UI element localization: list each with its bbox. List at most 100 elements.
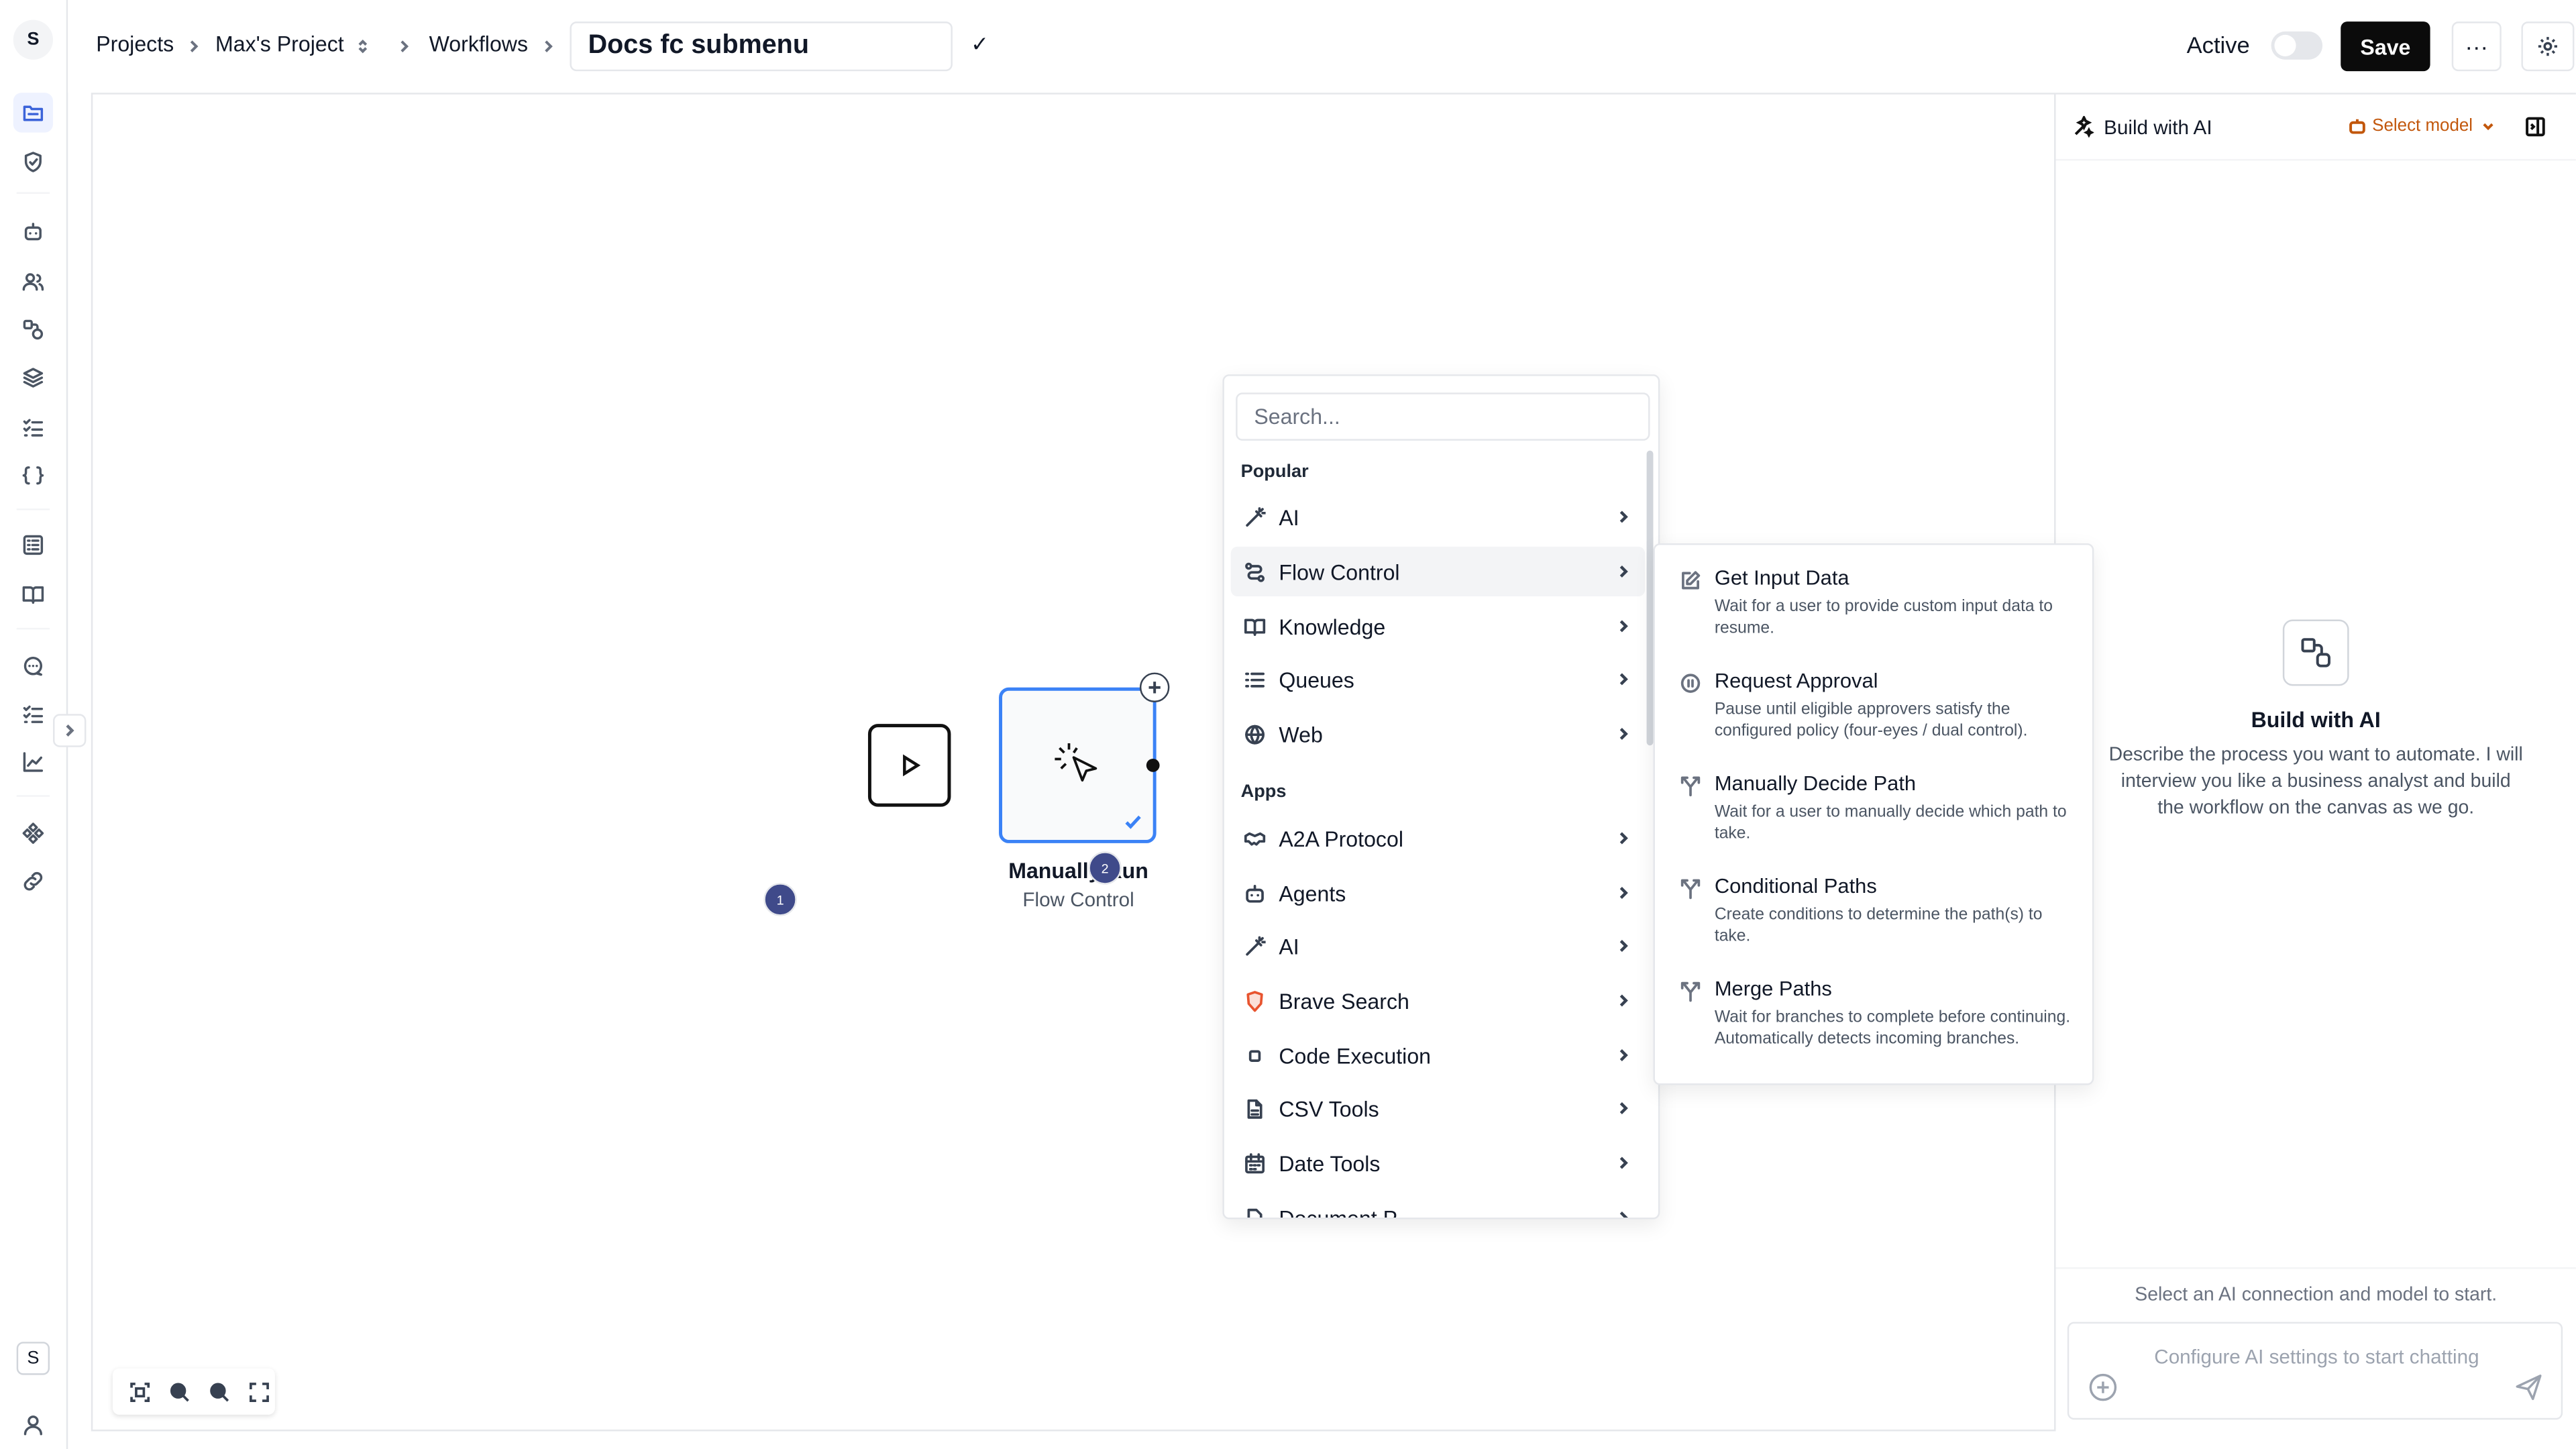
confirm-title-button[interactable]: ✓ (971, 32, 989, 58)
save-button[interactable]: Save (2341, 21, 2430, 72)
menu-scrollbar[interactable] (1646, 450, 1654, 746)
workflow-shapes-icon (2282, 619, 2349, 686)
connections-nav-icon[interactable] (13, 310, 53, 350)
merge-icon (1680, 981, 1701, 1010)
menu-item-queues[interactable]: Queues (1231, 654, 1645, 704)
menu-item-brave-search[interactable]: Brave Search (1231, 975, 1645, 1025)
ai-empty-title: Build with AI (2251, 707, 2381, 733)
edit-form-icon (1680, 570, 1701, 599)
chevron-right-icon (66, 724, 74, 737)
projects-nav-icon[interactable] (13, 93, 54, 133)
step-search-input[interactable] (1236, 392, 1650, 441)
fullscreen-button[interactable] (242, 1375, 275, 1408)
chevron-right-icon (1615, 830, 1645, 847)
link-nav-icon[interactable] (13, 861, 53, 901)
tasks-nav-icon[interactable] (13, 407, 53, 447)
ai-panel-header: Build with AI Select model (2055, 95, 2576, 161)
menu-item-knowledge[interactable]: Knowledge (1231, 601, 1645, 651)
analytics-nav-icon[interactable] (13, 742, 53, 782)
check-icon (1123, 810, 1143, 830)
more-options-button[interactable]: ··· (2451, 21, 2502, 72)
fit-view-button[interactable] (123, 1375, 156, 1408)
menu-item-label: Flow Control (1279, 559, 1400, 584)
manually-run-node[interactable] (999, 687, 1157, 843)
robot-icon (2349, 119, 2365, 134)
chevron-right-icon (1615, 1047, 1645, 1064)
submenu-item-title: Merge Paths (1714, 977, 1832, 1001)
book-icon (1231, 615, 1274, 637)
menu-item-code-execution[interactable]: Code Execution (1231, 1030, 1645, 1080)
send-button[interactable] (2515, 1373, 2543, 1409)
top-bar: Projects Max's Project Workflows ✓ Activ… (68, 0, 2576, 93)
shield-nav-icon[interactable] (13, 142, 53, 182)
settings-button[interactable] (2521, 21, 2575, 72)
menu-item-label: Brave Search (1279, 987, 1409, 1014)
menu-item-date-tools[interactable]: Date Tools (1231, 1138, 1645, 1187)
menu-item-agents[interactable]: Agents (1231, 868, 1645, 918)
flow-control-submenu: Get Input Data Wait for a user to provid… (1653, 543, 2094, 1085)
menu-item-a2a-protocol[interactable]: A2A Protocol (1231, 813, 1645, 863)
knowledge-nav-icon[interactable] (13, 575, 53, 614)
collapse-panel-button[interactable] (2524, 116, 2546, 146)
step-badge: 2 (1088, 851, 1122, 885)
square-icon (1231, 1044, 1274, 1066)
agents-nav-icon[interactable] (13, 212, 53, 252)
integrations-nav-icon[interactable] (13, 813, 53, 853)
workspace-switcher[interactable]: S (16, 1342, 50, 1375)
submenu-item-desc: Wait for a user to manually decide which… (1714, 803, 2067, 843)
play-icon (903, 754, 921, 777)
trigger-node[interactable] (867, 724, 951, 807)
menu-item-label: AI (1279, 933, 1299, 959)
node-subtitle: Flow Control (1022, 888, 1134, 912)
zoom-out-button[interactable] (202, 1375, 235, 1408)
menu-item-label: Knowledge (1279, 613, 1386, 639)
menu-item-document[interactable]: Document P... (1231, 1193, 1645, 1218)
chevron-right-icon (540, 33, 560, 56)
file-icon (1231, 1097, 1274, 1119)
menu-item-ai[interactable]: AI (1231, 492, 1645, 541)
brave-shield-icon (1231, 989, 1274, 1012)
pause-circle-icon (1680, 673, 1701, 702)
forms-nav-icon[interactable] (13, 525, 53, 565)
zoom-in-button[interactable] (162, 1375, 195, 1408)
submenu-item-title: Conditional Paths (1714, 874, 1877, 898)
menu-item-ai-app[interactable]: AI (1231, 921, 1645, 971)
chevron-right-icon (186, 33, 206, 56)
add-step-button[interactable] (1139, 672, 1170, 703)
breadcrumb-workflows[interactable]: Workflows (429, 32, 528, 56)
user-profile-icon[interactable] (13, 1405, 53, 1444)
chevron-right-icon (1615, 564, 1645, 580)
chat-nav-icon[interactable] (13, 646, 53, 686)
ai-chat-input[interactable]: Configure AI settings to start chatting (2067, 1322, 2563, 1420)
workflow-title-input[interactable] (570, 21, 953, 72)
submenu-item-desc: Wait for branches to complete before con… (1714, 1008, 2071, 1049)
menu-item-csv-tools[interactable]: CSV Tools (1231, 1083, 1645, 1133)
code-nav-icon[interactable] (13, 455, 53, 495)
send-icon (2516, 1375, 2542, 1401)
breadcrumb-projects[interactable]: Projects (96, 32, 174, 56)
layers-nav-icon[interactable] (13, 358, 53, 397)
node-output-handle[interactable] (1146, 758, 1160, 772)
app-root: S S Projects Max's Project Workflows Doc… (0, 0, 2576, 1449)
submenu-item-desc: Wait for a user to provide custom input … (1714, 598, 2053, 638)
select-model-button[interactable]: Select model (2349, 116, 2496, 136)
users-nav-icon[interactable] (13, 262, 53, 301)
document-icon (1231, 1207, 1274, 1218)
submenu-item-title: Manually Decide Path (1714, 771, 1917, 796)
menu-item-label: AI (1279, 504, 1299, 529)
node-title: Manually Run (1008, 858, 1148, 883)
active-toggle[interactable] (2271, 31, 2323, 60)
panel-collapse-icon (2526, 117, 2545, 137)
checklist-nav-icon[interactable] (13, 694, 53, 734)
workspace-logo[interactable]: S (13, 19, 54, 60)
rail-divider (16, 795, 50, 797)
rail-expand-button[interactable] (53, 714, 87, 747)
menu-item-flow-control[interactable]: Flow Control (1230, 546, 1646, 596)
robot-icon (1231, 882, 1274, 904)
zoom-controls (112, 1368, 275, 1415)
chevron-updown-icon[interactable] (354, 33, 374, 56)
menu-item-web[interactable]: Web (1231, 709, 1645, 759)
breadcrumb-project[interactable]: Max's Project (215, 32, 344, 56)
attach-button[interactable] (2089, 1373, 2117, 1409)
chevron-right-icon (1615, 1100, 1645, 1117)
